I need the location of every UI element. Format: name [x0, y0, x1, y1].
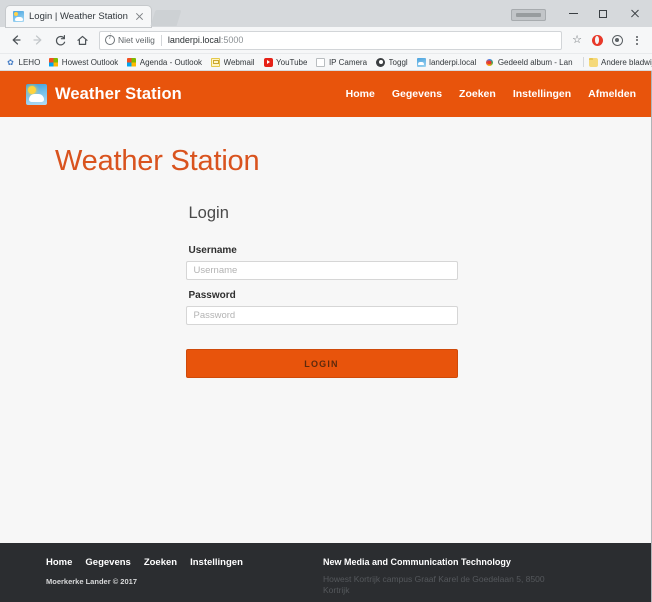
youtube-icon	[264, 58, 273, 67]
page-title: Weather Station	[0, 117, 651, 178]
back-icon[interactable]	[5, 29, 27, 51]
other-bookmarks-label: Andere bladwijzers	[601, 58, 652, 67]
bookmark-item[interactable]: Gedeeld album - Lan	[485, 58, 572, 67]
security-badge[interactable]: Niet veilig	[105, 35, 155, 45]
photos-icon	[485, 58, 494, 67]
home-icon[interactable]	[71, 29, 93, 51]
nav-item-afmelden[interactable]: Afmelden	[588, 88, 636, 100]
footer-left: Home Gegevens Zoeken Instellingen Moerke…	[46, 557, 243, 597]
url-text: landerpi.local:5000	[168, 35, 244, 45]
window-controls	[511, 0, 652, 27]
site-header: Weather Station Home Gegevens Zoeken Ins…	[0, 71, 651, 117]
new-tab-button[interactable]	[151, 10, 182, 26]
bookmark-item[interactable]: Howest Outlook	[49, 58, 118, 67]
url-port: :5000	[221, 35, 244, 45]
bookmark-label: YouTube	[276, 58, 307, 67]
minimize-icon[interactable]	[558, 3, 588, 24]
browser-tab[interactable]: Login | Weather Station	[6, 6, 151, 27]
opera-extension-icon[interactable]	[587, 30, 607, 50]
bookmark-item[interactable]: Toggl	[376, 58, 408, 67]
bookmark-item[interactable]: ✿ LEHO	[6, 58, 40, 67]
login-button[interactable]: LOGIN	[186, 349, 458, 378]
site-nav: Home Gegevens Zoeken Instellingen Afmeld…	[346, 88, 636, 100]
username-input[interactable]	[186, 261, 458, 280]
bookmark-label: IP Camera	[329, 58, 367, 67]
footer-link-home[interactable]: Home	[46, 557, 72, 568]
bookmark-item[interactable]: Webmail	[211, 58, 254, 67]
profile-icon[interactable]	[607, 30, 627, 50]
bookmarks-divider	[583, 57, 584, 67]
window-close-icon[interactable]	[618, 3, 652, 24]
info-icon	[105, 35, 115, 45]
forward-icon	[27, 29, 49, 51]
browser-toolbar: Niet veilig landerpi.local:5000 ☆	[0, 27, 652, 54]
omnibox-divider	[161, 35, 162, 46]
footer-link-gegevens[interactable]: Gegevens	[85, 557, 130, 568]
reload-icon[interactable]	[49, 29, 71, 51]
tab-title: Login | Weather Station	[29, 6, 128, 27]
weather-icon	[13, 11, 24, 22]
webmail-icon	[211, 58, 220, 67]
bookmark-label: Agenda - Outlook	[140, 58, 202, 67]
password-label: Password	[186, 290, 458, 301]
footer-links: Home Gegevens Zoeken Instellingen	[46, 557, 243, 568]
login-heading: Login	[186, 204, 458, 223]
nav-item-gegevens[interactable]: Gegevens	[392, 88, 442, 100]
bookmark-item[interactable]: IP Camera	[316, 58, 367, 67]
bookmark-label: Toggl	[389, 58, 408, 67]
nav-item-zoeken[interactable]: Zoeken	[459, 88, 496, 100]
nav-item-home[interactable]: Home	[346, 88, 375, 100]
bookmark-label: Webmail	[224, 58, 255, 67]
bookmarks-bar: ✿ LEHO Howest Outlook Agenda - Outlook W…	[0, 54, 652, 71]
toggl-icon	[376, 58, 385, 67]
password-input[interactable]	[186, 306, 458, 325]
bookmark-label: Gedeeld album - Lan	[498, 58, 573, 67]
weather-icon	[26, 84, 47, 105]
browser-window: Login | Weather Station Ni	[0, 0, 652, 600]
title-bar: Login | Weather Station	[0, 0, 652, 27]
footer-copyright: Moerkerke Lander © 2017	[46, 577, 243, 586]
nav-item-instellingen[interactable]: Instellingen	[513, 88, 571, 100]
bookmark-item[interactable]: landerpi.local	[417, 58, 477, 67]
site-footer: Home Gegevens Zoeken Instellingen Moerke…	[0, 543, 651, 602]
user-account-chip[interactable]	[511, 9, 546, 21]
maximize-icon[interactable]	[588, 3, 618, 24]
bookmark-label: Howest Outlook	[62, 58, 118, 67]
microsoft-icon	[49, 58, 58, 67]
footer-link-instellingen[interactable]: Instellingen	[190, 557, 243, 568]
password-field-group: Password	[186, 290, 458, 325]
microsoft-icon	[127, 58, 136, 67]
address-bar[interactable]: Niet veilig landerpi.local:5000	[99, 31, 562, 50]
bookmark-star-icon[interactable]: ☆	[567, 30, 587, 50]
bookmark-item[interactable]: YouTube	[264, 58, 308, 67]
page-viewport: Weather Station Home Gegevens Zoeken Ins…	[0, 71, 652, 602]
brand-logo-link[interactable]: Weather Station	[26, 84, 182, 105]
bookmark-item[interactable]: Agenda - Outlook	[127, 58, 202, 67]
brand-name: Weather Station	[55, 85, 182, 104]
login-form: Login Username Password LOGIN	[186, 178, 466, 378]
security-label: Niet veilig	[118, 35, 155, 45]
folder-icon	[589, 58, 598, 67]
close-icon[interactable]	[134, 11, 145, 22]
username-label: Username	[186, 245, 458, 256]
weather-icon	[417, 58, 426, 67]
footer-right: New Media and Communication Technology H…	[323, 557, 625, 597]
page-icon	[316, 58, 325, 67]
footer-organization: New Media and Communication Technology	[323, 557, 573, 567]
leho-icon: ✿	[6, 58, 15, 67]
bookmark-label: landerpi.local	[429, 58, 476, 67]
other-bookmarks-button[interactable]: Andere bladwijzers	[582, 57, 652, 67]
footer-link-zoeken[interactable]: Zoeken	[144, 557, 177, 568]
bookmark-label: LEHO	[19, 58, 41, 67]
page-content: Weather Station Login Username Password …	[0, 117, 651, 543]
url-host: landerpi.local	[168, 35, 221, 45]
menu-kebab-icon[interactable]	[627, 30, 647, 50]
footer-address: Howest Kortrijk campus Graaf Karel de Go…	[323, 574, 573, 597]
tab-strip: Login | Weather Station	[0, 0, 511, 27]
username-field-group: Username	[186, 245, 458, 280]
